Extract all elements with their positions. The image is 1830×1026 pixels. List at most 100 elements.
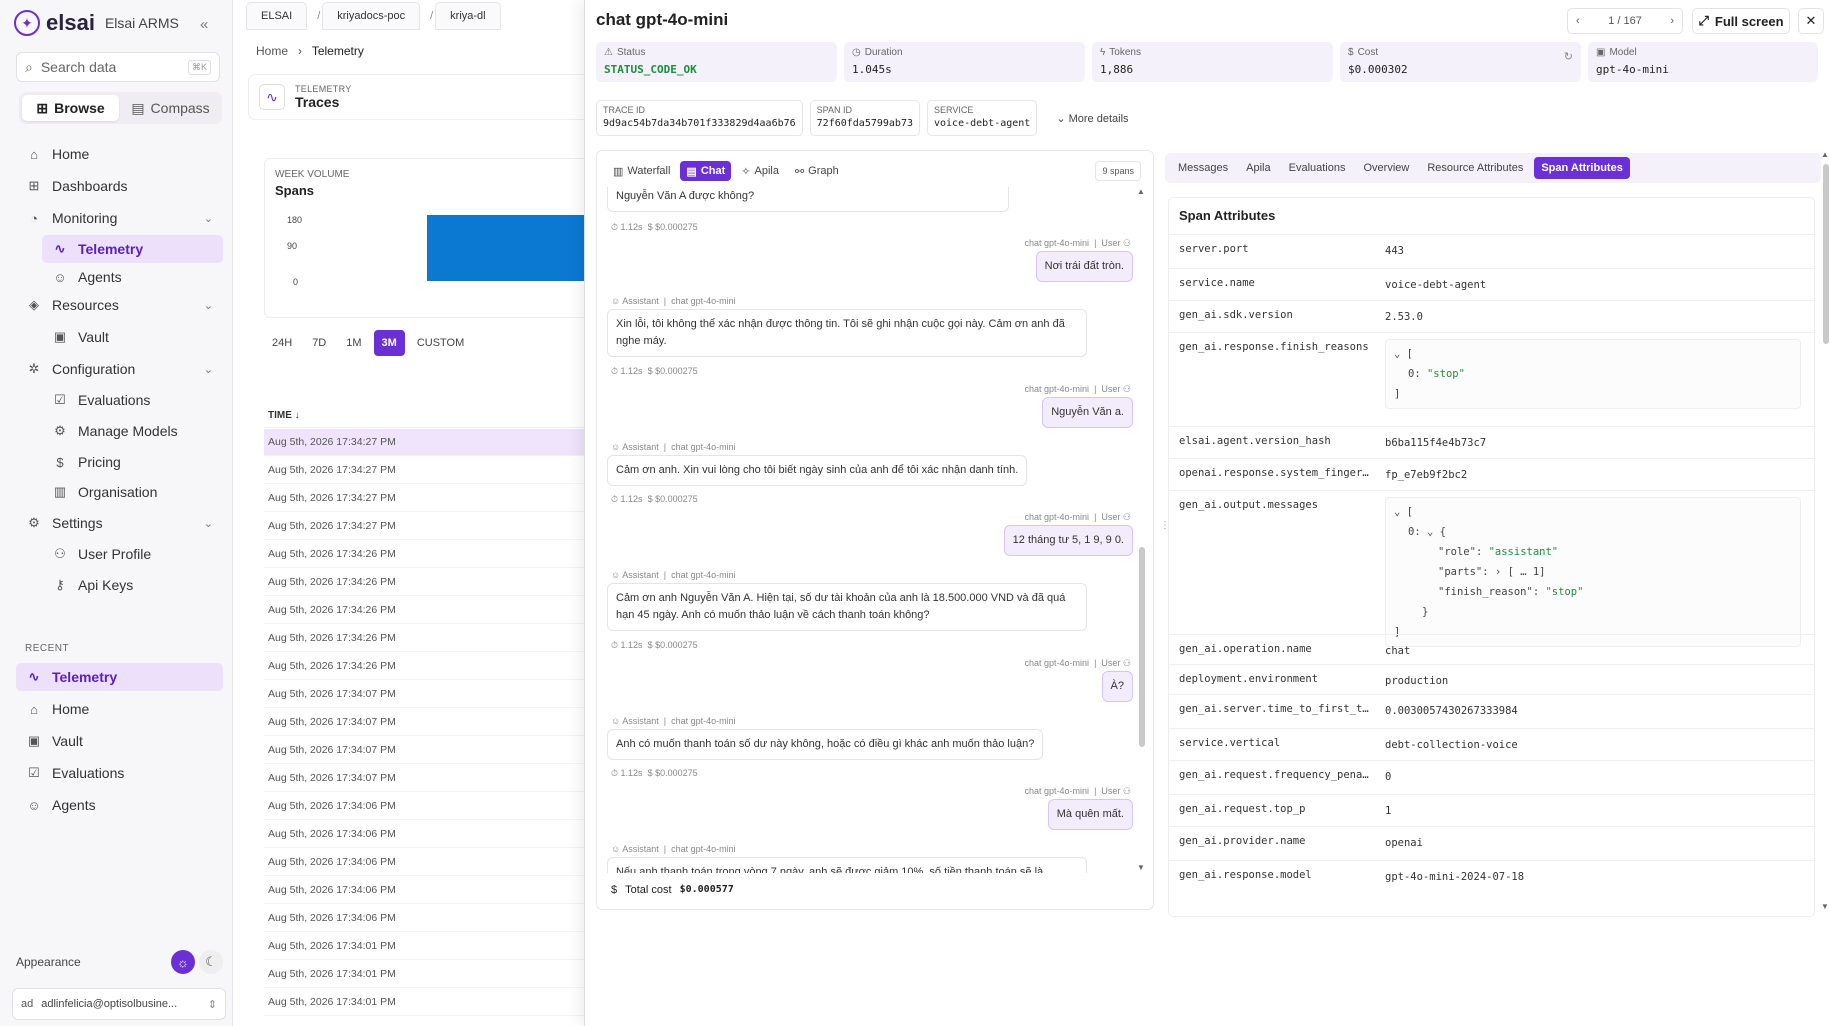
sidebar-item-telemetry[interactable]: ∿ Telemetry (42, 235, 223, 263)
attribute-value[interactable]: 1 (1385, 805, 1391, 817)
attribute-value[interactable]: debt-collection-voice (1385, 739, 1518, 751)
range-custom[interactable]: CUSTOM (409, 330, 472, 356)
recent-item-evaluations[interactable]: ☑ Evaluations (16, 759, 223, 787)
tab-evaluations[interactable]: Evaluations (1282, 157, 1353, 179)
sidebar-item-dashboards[interactable]: ⊞ Dashboards (16, 172, 223, 200)
sidebar-item-vault[interactable]: ▣ Vault (42, 323, 223, 351)
tab-elsai[interactable]: ELSAI (246, 2, 308, 30)
scroll-down-icon[interactable]: ▼ (1821, 902, 1829, 911)
sidebar-item-evaluations[interactable]: ☑ Evaluations (42, 386, 223, 414)
attribute-value[interactable]: b6ba115f4e4b73c7 (1385, 437, 1486, 449)
sidebar-item-pricing[interactable]: $ Pricing (42, 448, 223, 476)
tab-resource-attributes[interactable]: Resource Attributes (1420, 157, 1530, 179)
table-row[interactable]: Aug 5th, 2026 17:34:06 PM (264, 877, 594, 904)
sidebar-group-resources[interactable]: ◈ Resources ⌄ (16, 291, 223, 319)
more-details-button[interactable]: ⌄ More details (1056, 112, 1128, 125)
sidebar-item-user-profile[interactable]: ⚇ User Profile (42, 540, 223, 568)
table-row[interactable]: Aug 5th, 2026 17:34:26 PM (264, 541, 594, 568)
sidebar-item-agents[interactable]: ☺ Agents (42, 263, 223, 291)
table-row[interactable]: Aug 5th, 2026 17:34:27 PM (264, 429, 594, 456)
search-input[interactable]: ⌕ Search data ⌘K (16, 52, 220, 82)
trace-id-box[interactable]: TRACE ID 9d9ac54b7da34b701f333829d4aa6b7… (596, 100, 803, 136)
refresh-icon[interactable]: ↻ (1564, 50, 1573, 63)
table-row[interactable]: Aug 5th, 2026 17:34:26 PM (264, 653, 594, 680)
attribute-value[interactable]: 2.53.0 (1385, 311, 1423, 323)
span-id-box[interactable]: SPAN ID 72f60fda5799ab73 (809, 100, 920, 136)
chevron-down-icon[interactable]: ⌄ (1394, 506, 1400, 518)
scroll-down-icon[interactable]: ▼ (1137, 863, 1145, 872)
table-row[interactable]: Aug 5th, 2026 17:34:01 PM (264, 989, 594, 1016)
range-24h[interactable]: 24H (264, 330, 300, 356)
attribute-value[interactable]: 0.0030057430267333984 (1385, 705, 1518, 717)
table-row[interactable]: Aug 5th, 2026 17:34:06 PM (264, 821, 594, 848)
chat-scrollbar[interactable]: ▲ ▼ (1137, 187, 1147, 873)
tab-kriya-dl[interactable]: kriya-dl (435, 2, 501, 30)
tab-overview[interactable]: Overview (1356, 157, 1416, 179)
json-collapsed[interactable]: [ … 1] (1508, 566, 1546, 578)
table-row[interactable]: Aug 5th, 2026 17:34:27 PM (264, 513, 594, 540)
sidebar-group-monitoring[interactable]: ◔ Monitoring ⌄ (16, 204, 223, 232)
attribute-value[interactable]: fp_e7eb9f2bc2 (1385, 469, 1467, 481)
table-row[interactable]: Aug 5th, 2026 17:34:06 PM (264, 793, 594, 820)
table-row[interactable]: Aug 5th, 2026 17:34:26 PM (264, 569, 594, 596)
scroll-up-icon[interactable]: ▲ (1821, 150, 1829, 159)
range-1m[interactable]: 1M (338, 330, 369, 356)
compass-button[interactable]: ▤ Compass (122, 95, 219, 121)
brand-logo[interactable]: ✦ elsai Elsai ARMS (14, 10, 179, 36)
json-viewer[interactable]: ⌄ [ 0: "stop" ] (1385, 339, 1801, 409)
table-row[interactable]: Aug 5th, 2026 17:34:27 PM (264, 485, 594, 512)
table-row[interactable]: Aug 5th, 2026 17:34:07 PM (264, 737, 594, 764)
scroll-thumb[interactable] (1823, 164, 1829, 344)
range-3m[interactable]: 3M (373, 330, 405, 356)
table-row[interactable]: Aug 5th, 2026 17:34:01 PM (264, 933, 594, 960)
user-menu[interactable]: ad adlinfelicia@optisolbusine... ⇕ (12, 988, 226, 1020)
browse-button[interactable]: ⊞ Browse (22, 95, 119, 121)
close-button[interactable]: ✕ (1798, 8, 1824, 34)
attribute-value[interactable]: gpt-4o-mini-2024-07-18 (1385, 871, 1524, 883)
view-waterfall[interactable]: ▥ Waterfall (607, 161, 676, 181)
attribute-value[interactable]: 443 (1385, 245, 1404, 257)
tab-messages[interactable]: Messages (1171, 157, 1235, 179)
tab-span-attributes[interactable]: Span Attributes (1534, 157, 1630, 179)
next-chevron-icon[interactable]: › (1670, 15, 1674, 27)
view-chat[interactable]: ▤ Chat (680, 161, 732, 181)
recent-item-agents[interactable]: ☺ Agents (16, 791, 223, 819)
sidebar-item-api-keys[interactable]: ⚷ Api Keys (42, 571, 223, 599)
scroll-thumb[interactable] (1139, 547, 1145, 747)
full-screen-button[interactable]: ⤢ Full screen (1692, 8, 1790, 34)
tab-apila[interactable]: Apila (1239, 157, 1277, 179)
json-viewer[interactable]: ⌄ [ 0: ⌄ { "role": "assistant" "parts": … (1385, 497, 1801, 647)
time-column-header[interactable]: TIME ↓ (264, 404, 594, 428)
attribute-value[interactable]: chat (1385, 645, 1410, 657)
recent-item-home[interactable]: ⌂ Home (16, 695, 223, 723)
attribute-value[interactable]: openai (1385, 837, 1423, 849)
recent-item-vault[interactable]: ▣ Vault (16, 727, 223, 755)
sidebar-group-settings[interactable]: ⚙ Settings ⌄ (16, 509, 223, 537)
prev-chevron-icon[interactable]: ‹ (1576, 15, 1580, 27)
breadcrumb-home[interactable]: Home (256, 44, 288, 58)
sidebar-group-configuration[interactable]: ✲ Configuration ⌄ (16, 355, 223, 383)
table-row[interactable]: Aug 5th, 2026 17:34:07 PM (264, 765, 594, 792)
table-row[interactable]: Aug 5th, 2026 17:34:07 PM (264, 709, 594, 736)
range-7d[interactable]: 7D (304, 330, 334, 356)
recent-item-telemetry[interactable]: ∿ Telemetry (16, 663, 223, 691)
view-apila[interactable]: ✧ Apila (735, 161, 785, 181)
table-row[interactable]: Aug 5th, 2026 17:34:26 PM (264, 597, 594, 624)
sidebar-item-organisation[interactable]: ▥ Organisation (42, 478, 223, 506)
service-box[interactable]: SERVICE voice-debt-agent (926, 100, 1038, 136)
table-row[interactable]: Aug 5th, 2026 17:34:01 PM (264, 961, 594, 988)
table-row[interactable]: Aug 5th, 2026 17:34:07 PM (264, 681, 594, 708)
tab-kriyadocs-poc[interactable]: kriyadocs-poc (322, 2, 421, 30)
view-graph[interactable]: ⚯ Graph (789, 161, 845, 181)
dark-mode-moon-icon[interactable]: ☾ (199, 950, 223, 974)
sidebar-item-manage-models[interactable]: ⚙ Manage Models (42, 417, 223, 445)
chevron-down-icon[interactable]: ⌄ (1427, 526, 1433, 538)
attribute-value[interactable]: voice-debt-agent (1385, 279, 1486, 291)
light-mode-sun-icon[interactable]: ☼ (171, 950, 195, 974)
chevron-down-icon[interactable]: ⌄ (1394, 348, 1400, 360)
attributes-scrollbar[interactable]: ▲ ▼ (1821, 150, 1830, 916)
table-row[interactable]: Aug 5th, 2026 17:34:26 PM (264, 625, 594, 652)
table-row[interactable]: Aug 5th, 2026 17:34:06 PM (264, 905, 594, 932)
volume-bar[interactable] (427, 215, 595, 281)
attribute-value[interactable]: 0 (1385, 771, 1391, 783)
